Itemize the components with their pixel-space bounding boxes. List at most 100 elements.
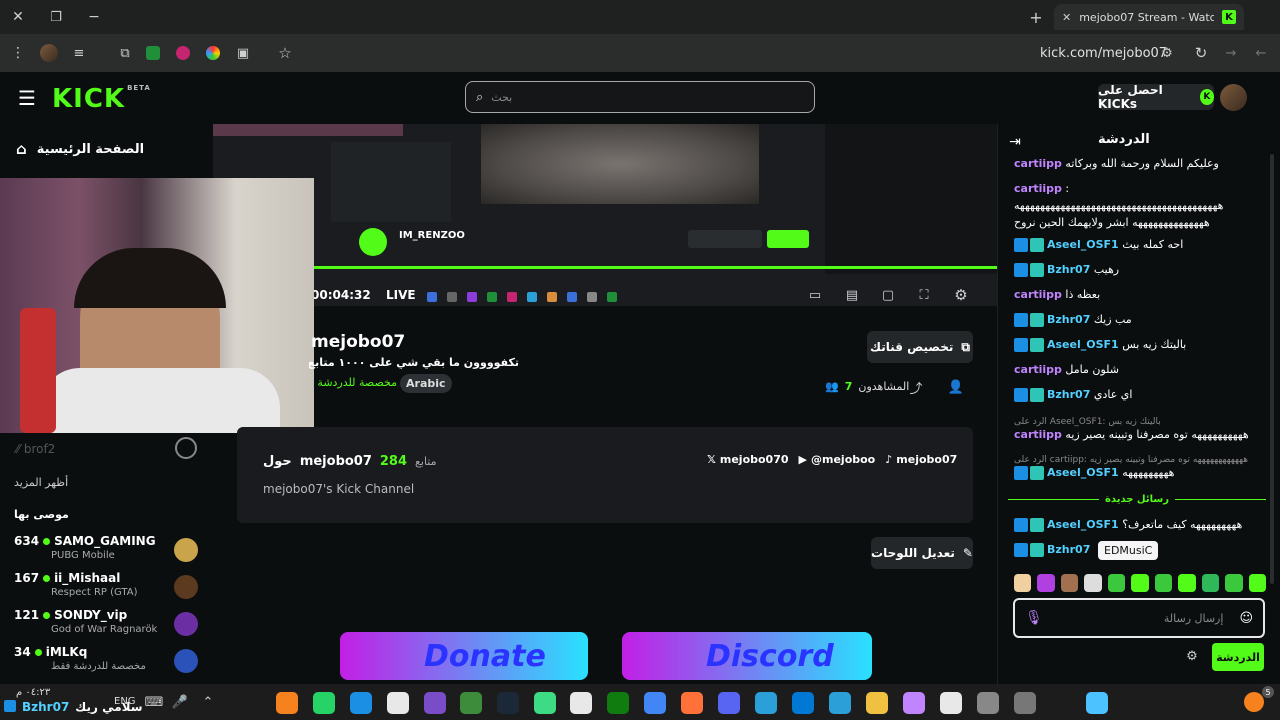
- chrome-icon[interactable]: [644, 692, 666, 714]
- active-tab[interactable]: ✕ mejobo07 Stream - Watch Live K: [1054, 4, 1244, 30]
- bookmark-star-icon[interactable]: ☆: [276, 44, 294, 62]
- hamburger-menu-icon[interactable]: ☰: [16, 86, 38, 110]
- edit-panels-button[interactable]: تعديل اللوحات ✎: [871, 537, 973, 569]
- channel-name[interactable]: mejobo07: [311, 332, 405, 352]
- chat-username[interactable]: Aseel_OSF1: [1047, 338, 1119, 351]
- steam-icon[interactable]: [497, 692, 519, 714]
- show-more-link[interactable]: أظهر المزيد: [14, 476, 68, 489]
- sidebar-item-home[interactable]: ⌂ الصفحة الرئيسية: [16, 140, 144, 158]
- chat-username[interactable]: Bzhr07: [1047, 263, 1090, 276]
- app-gray-icon[interactable]: [1014, 692, 1036, 714]
- chat-settings-icon[interactable]: ⚙: [1184, 648, 1200, 664]
- language-tag[interactable]: Arabic: [400, 374, 452, 393]
- tray-overflow-icon[interactable]: ⌃: [200, 694, 216, 710]
- fullscreen-icon[interactable]: ⛶: [916, 287, 932, 303]
- profile-avatar[interactable]: [40, 44, 58, 62]
- capcut2-icon[interactable]: [940, 692, 962, 714]
- chat-username[interactable]: Aseel_OSF1: [1047, 238, 1119, 251]
- android-icon[interactable]: [534, 692, 556, 714]
- obs-icon[interactable]: [424, 692, 446, 714]
- chat-username[interactable]: cartiipp: [1014, 363, 1062, 376]
- minimize-window-icon[interactable]: −: [84, 8, 104, 26]
- minecraft-icon[interactable]: [460, 692, 482, 714]
- discord-icon[interactable]: [718, 692, 740, 714]
- offline-channel[interactable]: ⁄⁄ brof2: [16, 442, 55, 456]
- browser-icon[interactable]: [276, 692, 298, 714]
- recommended-channel[interactable]: 34 iMLKq مخصصة للدردشة فقط: [14, 645, 200, 677]
- settings-gear-icon[interactable]: ⚙: [953, 286, 969, 304]
- recommended-channel[interactable]: 121 SONDY_vip God of War Ragnarök: [14, 608, 200, 640]
- chat-username[interactable]: Aseel_OSF1: [1047, 466, 1119, 479]
- mic-tray-icon[interactable]: 🎤: [172, 694, 188, 710]
- restore-window-icon[interactable]: ❐: [46, 8, 66, 26]
- chat-username[interactable]: Aseel_OSF1: [1047, 518, 1119, 531]
- chat-username[interactable]: cartiipp: [1014, 428, 1062, 441]
- notification-icon[interactable]: [1244, 692, 1264, 712]
- recommended-channel[interactable]: 634 SAMO_GAMING PUBG Mobile: [14, 534, 200, 566]
- outlook-icon[interactable]: [792, 692, 814, 714]
- edge-icon[interactable]: [350, 692, 372, 714]
- discord-banner[interactable]: Discord: [622, 632, 872, 680]
- social-link[interactable]: ♪ mejobo07: [885, 453, 957, 466]
- live-indicator[interactable]: LIVE: [386, 288, 416, 302]
- kick-logo[interactable]: KICK BETA: [52, 84, 151, 114]
- search-input[interactable]: بحث ⌕: [465, 81, 815, 113]
- emote-icon[interactable]: [1154, 574, 1173, 592]
- emote-icon[interactable]: [1014, 574, 1032, 592]
- chat-username[interactable]: Bzhr07: [1047, 313, 1090, 326]
- chat-scrollbar[interactable]: [1270, 154, 1274, 584]
- microphone-icon[interactable]: 🎙: [1025, 610, 1043, 626]
- share-icon[interactable]: ⤴: [909, 380, 923, 397]
- emote-icon[interactable]: [1178, 574, 1196, 592]
- windows-start-icon[interactable]: [1086, 692, 1108, 714]
- add-friend-icon[interactable]: 👤: [948, 380, 964, 395]
- collapse-icon[interactable]: [175, 437, 197, 459]
- social-link[interactable]: 𝕏mejobo070: [707, 453, 789, 466]
- address-bar[interactable]: kick.com/mejobo07: [1040, 34, 1167, 72]
- chat-send-button[interactable]: الدردشة: [1212, 643, 1264, 671]
- chat-username[interactable]: cartiipp: [1014, 288, 1062, 301]
- chat-username[interactable]: Bzhr07: [1047, 543, 1090, 556]
- language-indicator[interactable]: ENG: [114, 696, 136, 707]
- get-kicks-button[interactable]: احصل على KICKs K: [1098, 83, 1214, 111]
- copilot-icon[interactable]: [903, 692, 925, 714]
- menu-dots-icon[interactable]: ⋮: [8, 44, 28, 62]
- emote-icon[interactable]: [1201, 574, 1220, 592]
- firefox-icon[interactable]: [681, 692, 703, 714]
- tab-search-icon[interactable]: ▣: [234, 44, 252, 62]
- donate-banner[interactable]: Donate: [340, 632, 588, 680]
- media-control-icon[interactable]: ≡: [70, 44, 88, 62]
- explorer-icon[interactable]: [866, 692, 888, 714]
- chat-input[interactable]: 🎙 إرسال رسالة ☺: [1013, 598, 1265, 638]
- picture-in-picture-icon[interactable]: ▭: [807, 287, 823, 303]
- chat-username[interactable]: cartiipp: [1014, 182, 1062, 195]
- extensions-icon[interactable]: ⧉: [116, 44, 134, 62]
- reload-icon[interactable]: ↻: [1192, 44, 1210, 62]
- emote-icon[interactable]: [1131, 574, 1149, 592]
- keyboard-icon[interactable]: ⌨: [145, 694, 164, 710]
- stream-category[interactable]: مخصصة للدردشة فقط: [313, 376, 397, 389]
- collapse-chat-icon[interactable]: ⇥: [1006, 134, 1024, 150]
- clip-icon[interactable]: ▤: [844, 287, 860, 303]
- xbox-icon[interactable]: [607, 692, 629, 714]
- emoji-icon[interactable]: ☺: [1239, 611, 1253, 626]
- theater-mode-icon[interactable]: ▢: [880, 287, 896, 303]
- photos-icon[interactable]: [755, 692, 777, 714]
- emote-icon[interactable]: [1107, 574, 1126, 592]
- emote-icon[interactable]: [1060, 574, 1079, 592]
- emote-icon[interactable]: [1084, 574, 1102, 592]
- back-icon[interactable]: ←: [1252, 44, 1270, 62]
- video-player[interactable]: IM_RENZOO: [213, 124, 997, 306]
- recommended-channel[interactable]: 167 ii_Mishaal Respect RP (GTA): [14, 571, 200, 603]
- steam-alt-icon[interactable]: [977, 692, 999, 714]
- extension-ublock-icon[interactable]: [176, 46, 190, 60]
- extension-green-icon[interactable]: [146, 46, 160, 60]
- emote-icon[interactable]: [1225, 574, 1243, 592]
- taskbar-clock[interactable]: ٠٤:٢٣ م: [16, 687, 50, 698]
- chat-username[interactable]: Bzhr07: [1047, 388, 1090, 401]
- whatsapp-icon[interactable]: [313, 692, 335, 714]
- social-link[interactable]: ▶ @mejoboo: [799, 453, 876, 466]
- site-settings-icon[interactable]: ⚙: [1158, 44, 1176, 62]
- new-tab-icon[interactable]: +: [1026, 8, 1046, 27]
- forward-icon[interactable]: →: [1222, 44, 1240, 62]
